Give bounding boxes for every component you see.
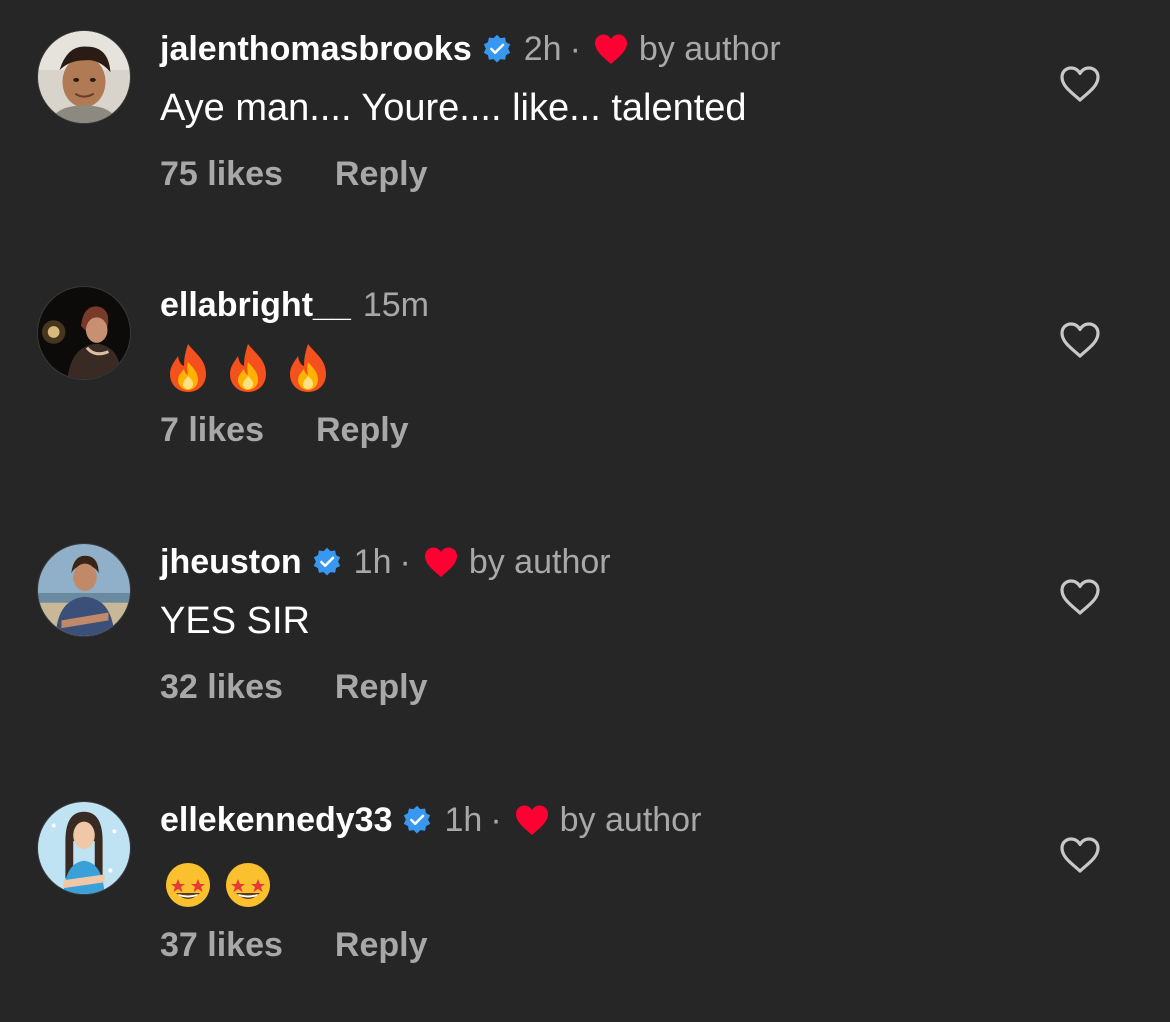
comment-item: jheuston 1h · by author YES SIR 32 likes… [0, 513, 1170, 753]
star-struck-emoji-icon [160, 855, 220, 911]
like-heart-icon[interactable] [1058, 64, 1102, 104]
likes-count[interactable]: 37 likes [160, 926, 283, 965]
avatar[interactable] [37, 543, 131, 637]
verified-badge-icon [402, 805, 432, 835]
username[interactable]: jalenthomasbrooks [160, 30, 472, 69]
username[interactable]: ellabright__ [160, 286, 351, 325]
comment-meta: 75 likes Reply [160, 152, 427, 196]
comment-header: ellekennedy33 1h · by author [160, 797, 701, 843]
timestamp: 1h [353, 542, 392, 581]
comment-text: YES SIR [160, 600, 310, 642]
fire-emoji-icon [280, 340, 340, 396]
avatar[interactable] [37, 30, 131, 124]
separator-dot: · [569, 29, 581, 68]
comment-header: jalenthomasbrooks 2h · by author [160, 26, 781, 72]
likes-count[interactable]: 32 likes [160, 668, 283, 707]
comment-meta: 32 likes Reply [160, 665, 427, 709]
comment-emojis [160, 340, 340, 396]
comment-header: jheuston 1h · by author [160, 539, 611, 585]
reply-button[interactable]: Reply [316, 411, 409, 450]
fire-emoji-icon [220, 340, 280, 396]
comment-item: ellabright__ 15m 7 likes Reply [0, 256, 1170, 496]
reply-button[interactable]: Reply [335, 155, 428, 194]
comment-item: jalenthomasbrooks 2h · by author Aye man… [0, 0, 1170, 240]
avatar[interactable] [37, 801, 131, 895]
comment-header: ellabright__ 15m [160, 282, 429, 328]
liked-by-author-label: by author [638, 29, 781, 68]
timestamp: 2h [523, 29, 562, 68]
username[interactable]: jheuston [160, 543, 302, 582]
like-heart-icon[interactable] [1058, 577, 1102, 617]
timestamp: 1h [444, 800, 483, 839]
reply-button[interactable]: Reply [335, 668, 428, 707]
fire-emoji-icon [160, 340, 220, 396]
comment-emojis [160, 855, 280, 911]
author-heart-icon [593, 33, 629, 65]
comment-meta: 7 likes Reply [160, 408, 409, 452]
separator-dot: · [490, 800, 502, 839]
separator-dot: · [399, 542, 411, 581]
verified-badge-icon [482, 34, 512, 64]
author-heart-icon [423, 546, 459, 578]
star-struck-emoji-icon [220, 855, 280, 911]
reply-button[interactable]: Reply [335, 926, 428, 965]
comment-text: Aye man.... Youre.... like... talented [160, 87, 747, 129]
username[interactable]: ellekennedy33 [160, 801, 392, 840]
comment-item: ellekennedy33 1h · by author 37 likes Re… [0, 771, 1170, 1011]
author-heart-icon [514, 804, 550, 836]
verified-badge-icon [312, 547, 342, 577]
timestamp: 15m [362, 285, 429, 324]
avatar[interactable] [37, 286, 131, 380]
liked-by-author-label: by author [468, 542, 611, 581]
like-heart-icon[interactable] [1058, 835, 1102, 875]
likes-count[interactable]: 75 likes [160, 155, 283, 194]
comment-meta: 37 likes Reply [160, 923, 427, 967]
likes-count[interactable]: 7 likes [160, 411, 264, 450]
like-heart-icon[interactable] [1058, 320, 1102, 360]
liked-by-author-label: by author [559, 800, 702, 839]
